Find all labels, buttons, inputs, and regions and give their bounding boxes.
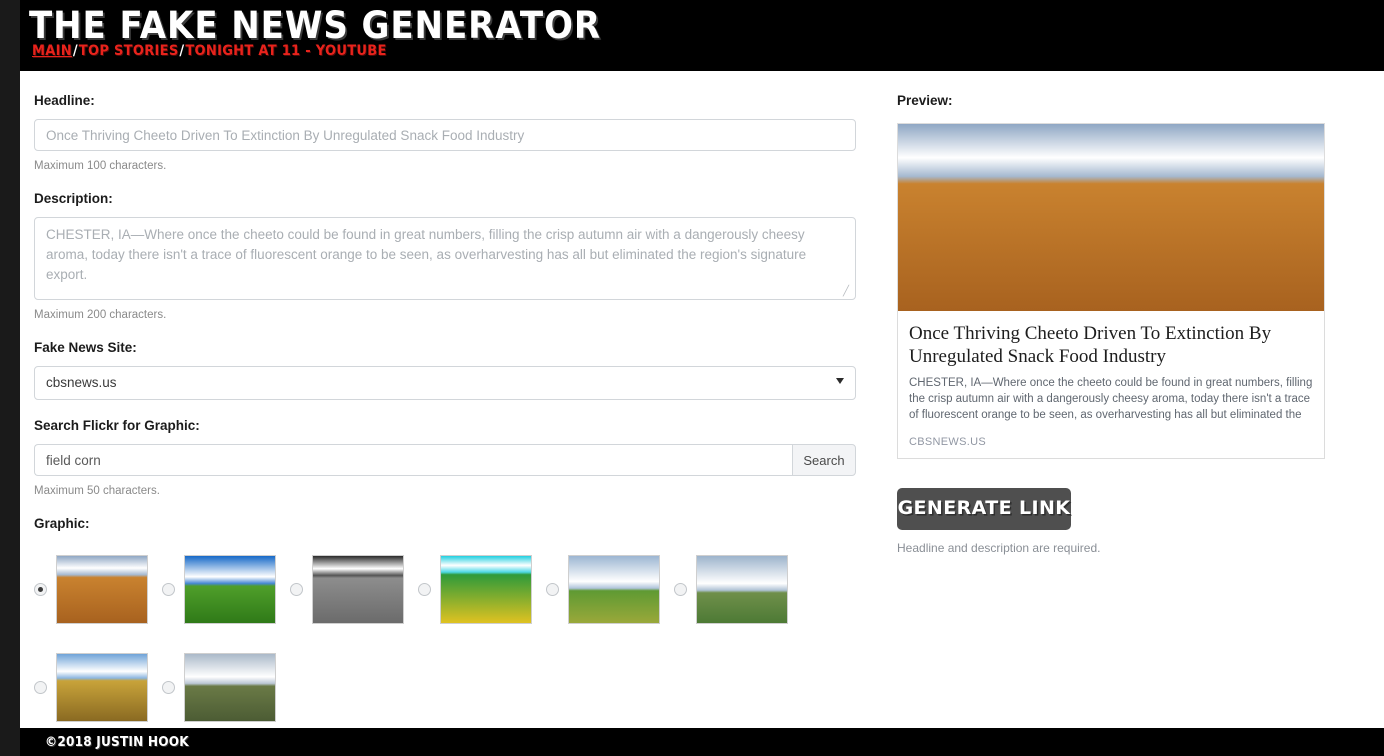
site-footer: ©2018 JUSTIN HOOK <box>20 728 1384 756</box>
description-help: Maximum 200 characters. <box>34 309 167 321</box>
graphic-thumbnail-corn-stalks-against-sky[interactable] <box>56 652 148 722</box>
graphic-option[interactable] <box>162 640 276 728</box>
graphic-radio-open-prairie-grassland[interactable] <box>162 680 175 694</box>
nav-separator-1: / <box>72 43 78 59</box>
preview-column: Preview: Once Thriving Cheeto Driven To … <box>897 71 1337 568</box>
preview-card[interactable]: Once Thriving Cheeto Driven To Extinctio… <box>897 123 1325 459</box>
flickr-search-row: Search <box>34 444 856 476</box>
graphic-thumbnail-black-and-white-cornfield[interactable] <box>312 554 404 624</box>
graphic-thumbnail-painted-field-artwork[interactable] <box>440 554 532 624</box>
graphic-option[interactable] <box>162 542 276 636</box>
preview-label: Preview: <box>897 93 953 108</box>
graphic-option[interactable] <box>674 542 788 636</box>
description-label: Description: <box>34 191 113 206</box>
graphic-thumbnail-green-corn-blue-sky[interactable] <box>184 554 276 624</box>
fake-news-site-value: cbsnews.us <box>34 366 856 400</box>
graphic-option[interactable] <box>418 542 532 636</box>
graphic-thumbnail-open-prairie-grassland[interactable] <box>184 652 276 722</box>
generate-link-button[interactable]: GENERATE LINK <box>897 488 1071 530</box>
graphic-radio-golden-wheat-field[interactable] <box>34 582 47 596</box>
fake-news-site-label: Fake News Site: <box>34 340 137 355</box>
copyright-text: ©2018 JUSTIN HOOK <box>45 734 189 750</box>
search-button[interactable]: Search <box>792 444 856 476</box>
preview-card-image <box>898 124 1324 311</box>
graphic-label: Graphic: <box>34 516 90 531</box>
graphic-thumbnail-distant-treeline-field[interactable] <box>696 554 788 624</box>
preview-card-body: Once Thriving Cheeto Driven To Extinctio… <box>898 311 1324 458</box>
main-content: Headline: Maximum 100 characters. Descri… <box>20 71 1384 728</box>
nav-link-tonight-at-11-youtube[interactable]: TONIGHT AT 11 - YOUTUBE <box>185 43 386 59</box>
graphic-radio-green-corn-blue-sky[interactable] <box>162 582 175 596</box>
graphic-radio-corn-stalks-against-sky[interactable] <box>34 680 47 694</box>
graphic-option[interactable] <box>290 542 404 636</box>
headline-help: Maximum 100 characters. <box>34 160 167 172</box>
graphic-radio-painted-field-artwork[interactable] <box>418 582 431 596</box>
graphic-radio-distant-treeline-field[interactable] <box>674 582 687 596</box>
generate-link-note: Headline and description are required. <box>897 541 1101 555</box>
graphic-thumbnail-cloudy-sky-over-corn[interactable] <box>568 554 660 624</box>
flickr-search-label: Search Flickr for Graphic: <box>34 418 200 433</box>
description-input[interactable] <box>34 217 856 300</box>
graphic-option[interactable] <box>34 542 148 636</box>
nav-link-top-stories[interactable]: TOP STORIES <box>79 43 179 59</box>
flickr-search-input[interactable] <box>34 444 792 476</box>
form-column: Headline: Maximum 100 characters. Descri… <box>34 71 876 728</box>
site-title: THE FAKE NEWS GENERATOR <box>29 4 602 47</box>
graphic-radio-cloudy-sky-over-corn[interactable] <box>546 582 559 596</box>
site-header: THE FAKE NEWS GENERATOR MAIN/TOP STORIES… <box>20 0 1384 71</box>
fake-news-site-select[interactable]: cbsnews.us <box>34 366 856 400</box>
preview-card-title: Once Thriving Cheeto Driven To Extinctio… <box>909 323 1272 367</box>
preview-card-source: CBSNEWS.US <box>909 436 986 448</box>
site-nav: MAIN/TOP STORIES/TONIGHT AT 11 - YOUTUBE <box>32 43 387 59</box>
graphic-thumbnail-golden-wheat-field[interactable] <box>56 554 148 624</box>
graphic-option[interactable] <box>34 640 148 728</box>
description-wrapper: ╱ <box>34 217 856 300</box>
graphic-option[interactable] <box>546 542 660 636</box>
graphic-thumbnail-list <box>34 542 876 728</box>
graphic-radio-black-and-white-cornfield[interactable] <box>290 582 303 596</box>
page-root: THE FAKE NEWS GENERATOR MAIN/TOP STORIES… <box>0 0 1384 756</box>
chevron-down-icon <box>836 378 844 384</box>
nav-link-main[interactable]: MAIN <box>32 43 72 59</box>
headline-input[interactable] <box>34 119 856 151</box>
flickr-search-help: Maximum 50 characters. <box>34 485 160 497</box>
headline-label: Headline: <box>34 93 95 108</box>
preview-card-description: CHESTER, IA—Where once the cheeto could … <box>909 377 1313 421</box>
